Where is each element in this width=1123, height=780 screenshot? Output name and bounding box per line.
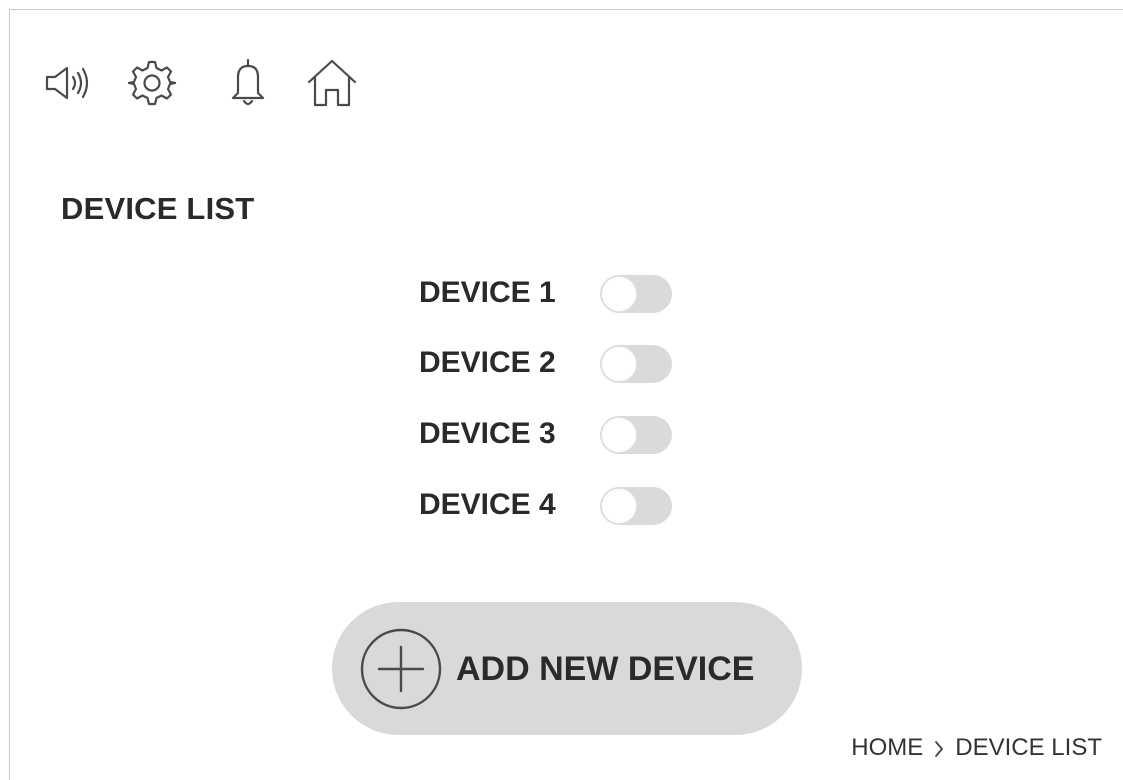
app-frame: DEVICE LIST DEVICE 1 DEVICE 2 DEVICE 3 D… (9, 9, 1123, 780)
page-title: DEVICE LIST (61, 191, 255, 226)
breadcrumb-home[interactable]: HOME (851, 734, 923, 762)
device-label: DEVICE 1 (419, 276, 556, 309)
device-row-4: DEVICE 4 (419, 485, 679, 531)
add-new-device-button[interactable]: ADD NEW DEVICE (332, 602, 802, 735)
toggle-knob (601, 276, 637, 312)
device-4-toggle[interactable] (600, 487, 672, 525)
device-row-2: DEVICE 2 (419, 343, 679, 389)
add-new-device-label: ADD NEW DEVICE (456, 650, 755, 688)
home-icon (305, 58, 359, 108)
device-2-toggle[interactable] (600, 345, 672, 383)
device-1-toggle[interactable] (600, 275, 672, 313)
device-row-1: DEVICE 1 (419, 273, 679, 319)
device-label: DEVICE 3 (419, 417, 556, 450)
toggle-knob (601, 488, 637, 524)
device-label: DEVICE 4 (419, 488, 556, 521)
gear-icon (127, 58, 177, 108)
breadcrumb-device-list[interactable]: DEVICE LIST (955, 734, 1102, 762)
toggle-knob (601, 417, 637, 453)
home-button[interactable] (306, 57, 358, 109)
settings-button[interactable] (126, 57, 178, 109)
notifications-button[interactable] (222, 57, 274, 109)
device-label: DEVICE 2 (419, 346, 556, 379)
device-row-3: DEVICE 3 (419, 414, 679, 460)
plus-circle-icon (359, 627, 443, 711)
device-3-toggle[interactable] (600, 416, 672, 454)
speaker-button[interactable] (42, 57, 94, 109)
speaker-icon (43, 63, 93, 103)
breadcrumb: HOME DEVICE LIST (851, 734, 1102, 762)
toggle-knob (601, 346, 637, 382)
chevron-right-icon (933, 738, 945, 758)
bell-icon (226, 57, 270, 109)
